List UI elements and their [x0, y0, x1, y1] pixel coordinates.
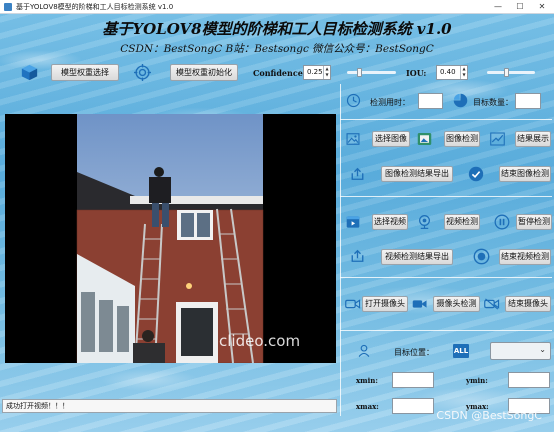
video-camera-icon	[412, 300, 427, 308]
xmin-field	[392, 372, 434, 388]
divider	[340, 119, 552, 120]
clock-icon	[346, 93, 361, 108]
confidence-label: Confidence:	[253, 68, 306, 78]
csdn-watermark: CSDN @BestSongC	[436, 409, 542, 422]
export-image-result-button[interactable]: 图像检测结果导出	[381, 166, 453, 182]
iou-slider-handle[interactable]	[504, 68, 510, 77]
window-titlebar: 基于YOLOV8模型的阶梯和工人目标检测系统 v1.0 — ☐ ✕	[0, 0, 554, 14]
result-show-button[interactable]: 结果展示	[515, 131, 551, 147]
app-title: 基于YOLOV8模型的阶梯和工人目标检测系统 v1.0	[102, 20, 452, 38]
video-display: clideo.com	[5, 114, 336, 363]
iou-value: 0.40	[440, 68, 456, 76]
close-camera-button[interactable]: 结束摄像头	[505, 296, 551, 312]
minimize-button[interactable]: —	[487, 0, 509, 14]
app-icon	[4, 3, 12, 11]
select-video-button[interactable]: 选择视频	[372, 214, 408, 230]
close-button[interactable]: ✕	[531, 0, 553, 14]
video-detect-button[interactable]: 视频检测	[444, 214, 480, 230]
xmax-label: xmax:	[356, 402, 379, 411]
iou-slider[interactable]	[487, 68, 535, 77]
webcam-icon	[419, 215, 430, 229]
export-icon	[351, 167, 364, 180]
iou-spinbox[interactable]: 0.40 ▲ ▼	[436, 65, 468, 80]
divider	[340, 330, 552, 331]
xmin-label: xmin:	[356, 376, 378, 385]
ymin-label: ymin:	[466, 376, 488, 385]
pause-icon	[494, 214, 510, 230]
stop-circle-icon	[473, 248, 490, 265]
confidence-slider[interactable]	[347, 68, 396, 77]
model-weight-select-button[interactable]: 模型权重选择	[51, 64, 119, 81]
detect-time-field	[418, 93, 443, 109]
open-camera-button[interactable]: 打开摄像头	[362, 296, 408, 312]
image-icon	[346, 133, 360, 145]
all-badge-icon: ALL	[453, 344, 469, 358]
cube-icon	[21, 64, 38, 81]
image-gallery-icon	[417, 133, 432, 145]
spinbox-arrows-icon[interactable]: ▲ ▼	[460, 66, 467, 79]
confidence-spinbox[interactable]: 0.25 ▲ ▼	[303, 65, 331, 80]
model-weight-init-button[interactable]: 模型权重初始化	[170, 64, 238, 81]
panel-divider	[340, 84, 341, 416]
export-video-result-button[interactable]: 视频检测结果导出	[381, 249, 453, 265]
target-select-dropdown[interactable]: ⌄	[490, 342, 551, 360]
target-position-label: 目标位置：	[394, 348, 434, 357]
divider	[340, 196, 552, 197]
pie-chart-icon	[453, 93, 468, 108]
iou-label: IOU:	[406, 68, 427, 78]
camera-off-icon	[484, 298, 500, 310]
chevron-down-icon[interactable]: ⌄	[539, 345, 546, 354]
target-count-label: 目标数量：	[473, 98, 513, 107]
camera-icon	[345, 299, 361, 309]
status-bar: 成功打开视频！！！	[2, 399, 337, 413]
camera-detect-button[interactable]: 摄像头检测	[433, 296, 480, 312]
video-file-icon	[346, 216, 360, 228]
pause-detect-button[interactable]: 暂停检测	[516, 214, 552, 230]
confidence-value: 0.25	[307, 68, 323, 76]
video-frame-image: clideo.com	[76, 114, 300, 363]
check-circle-icon	[468, 166, 484, 182]
ymin-field	[508, 372, 550, 388]
divider	[340, 277, 552, 278]
end-video-detect-button[interactable]: 结束视频检测	[499, 249, 551, 265]
target-count-field	[515, 93, 541, 109]
image-detect-button[interactable]: 图像检测	[444, 131, 480, 147]
export-icon	[351, 249, 364, 262]
line-chart-icon	[490, 132, 505, 146]
window-title: 基于YOLOV8模型的阶梯和工人目标检测系统 v1.0	[16, 3, 174, 11]
target-settings-icon	[134, 64, 151, 81]
video-watermark: clideo.com	[219, 332, 300, 350]
select-image-button[interactable]: 选择图像	[372, 131, 410, 147]
location-person-icon	[358, 344, 370, 357]
maximize-button[interactable]: ☐	[509, 0, 531, 14]
xmax-field	[392, 398, 434, 414]
detect-time-label: 检测用时：	[370, 98, 410, 107]
confidence-slider-handle[interactable]	[357, 68, 363, 77]
app-subtitle: CSDN：BestSongC B站：Bestsongc 微信公众号：BestSo…	[120, 43, 434, 55]
spinbox-arrows-icon[interactable]: ▲ ▼	[323, 66, 330, 79]
end-image-detect-button[interactable]: 结束图像检测	[499, 166, 551, 182]
